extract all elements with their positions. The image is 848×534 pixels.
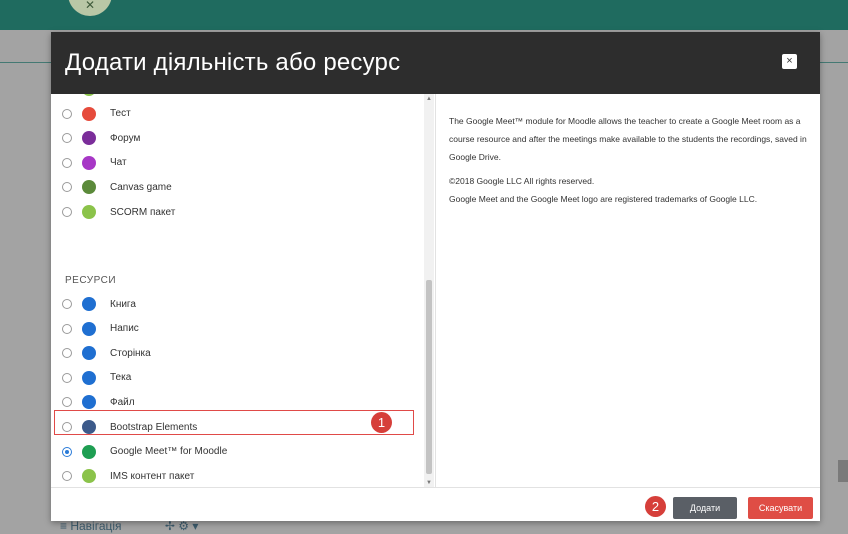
activity-icon	[82, 106, 96, 121]
list-item-label: Напис	[110, 323, 139, 335]
list-item[interactable]: Сторінка	[51, 343, 425, 363]
step-marker-1: 1	[371, 412, 392, 433]
activity-icon	[82, 205, 96, 219]
list-item[interactable]: SCORM пакет	[51, 202, 425, 222]
radio-button[interactable]	[62, 471, 72, 482]
list-item[interactable]: Google Meet™ for Moodle	[51, 442, 425, 462]
activity-icon	[82, 180, 96, 195]
activity-list: Подуре Тест Форум Чат Canvas game SCORM пакет…	[51, 94, 436, 487]
add-button[interactable]: Додати	[673, 497, 737, 519]
list-item[interactable]: Тека	[51, 368, 425, 388]
radio-button[interactable]	[62, 133, 72, 144]
list-item-label: Подуре	[110, 94, 144, 95]
list-item-label: SCORM пакет	[110, 206, 176, 218]
scroll-up-icon[interactable]: ▲	[426, 96, 432, 102]
logo-icon: ✕	[84, 0, 96, 12]
radio-button[interactable]	[62, 207, 72, 217]
list-item[interactable]: Canvas game	[51, 177, 425, 197]
section-resources: РЕСУРСИ	[65, 275, 117, 286]
activity-icon	[82, 155, 96, 170]
list-item-label: Книга	[110, 298, 136, 310]
activity-icon	[82, 370, 96, 385]
list-item-label: Чат	[110, 157, 127, 169]
list-item-label: Тест	[110, 108, 131, 120]
list-item-label: Файл	[110, 396, 135, 408]
list-item[interactable]: IMS контент пакет	[51, 466, 425, 486]
top-bar: ✕	[0, 0, 848, 30]
list-scroll-thumb[interactable]	[426, 280, 432, 474]
list-item-label: IMS контент пакет	[110, 470, 195, 482]
list-item[interactable]: Тест	[51, 104, 425, 124]
activity-icon	[82, 94, 96, 96]
list-item-label: Canvas game	[110, 181, 172, 193]
radio-button[interactable]	[62, 348, 72, 359]
radio-button[interactable]	[62, 108, 72, 119]
radio-button[interactable]	[62, 182, 72, 193]
dialog-footer: 2 Додати Скасувати	[51, 487, 820, 522]
list-item[interactable]: Форум	[51, 128, 425, 148]
radio-button[interactable]	[62, 372, 72, 383]
page-scrollbar[interactable]	[838, 460, 848, 482]
activity-icon	[82, 469, 96, 484]
radio-button[interactable]	[62, 397, 72, 408]
list-item-label: Форум	[110, 132, 141, 144]
activity-icon	[82, 131, 96, 146]
list-item[interactable]: Подуре	[51, 94, 425, 99]
description-copyright: ©2018 Google LLC All rights reserved.	[449, 176, 595, 186]
activity-icon	[82, 444, 96, 459]
list-item-label: Google Meet™ for Moodle	[110, 446, 228, 458]
site-logo[interactable]: ✕	[68, 0, 112, 16]
description-panel: The Google Meet™ module for Moodle allow…	[449, 112, 809, 214]
step-marker-2: 2	[645, 496, 666, 517]
close-icon[interactable]: ×	[782, 54, 797, 69]
dialog-title: Додати діяльність або ресурс	[65, 49, 401, 76]
add-activity-dialog: Додати діяльність або ресурс × Подуре Тес…	[51, 32, 820, 521]
activity-icon	[82, 346, 96, 361]
description-trademark: Google Meet and the Google Meet logo are…	[449, 194, 758, 204]
radio-button[interactable]	[62, 446, 72, 457]
list-item-label: Тека	[110, 372, 132, 384]
dialog-header: Додати діяльність або ресурс ×	[51, 32, 820, 94]
radio-button[interactable]	[62, 323, 72, 334]
activity-icon	[82, 395, 96, 410]
radio-button[interactable]	[62, 157, 72, 168]
scroll-down-icon[interactable]: ▼	[426, 480, 432, 486]
list-item[interactable]: Чат	[51, 153, 425, 173]
description-paragraph: The Google Meet™ module for Moodle allow…	[449, 116, 807, 162]
radio-button[interactable]	[62, 299, 72, 309]
selected-highlight	[54, 410, 414, 435]
activity-icon	[82, 321, 96, 336]
list-item[interactable]: Книга	[51, 294, 425, 314]
list-scrollbar[interactable]: ▲ ▼	[424, 94, 434, 487]
list-item-label: Сторінка	[110, 347, 151, 359]
cancel-button[interactable]: Скасувати	[748, 497, 813, 519]
activity-icon	[82, 297, 96, 311]
list-item[interactable]: Напис	[51, 319, 425, 339]
